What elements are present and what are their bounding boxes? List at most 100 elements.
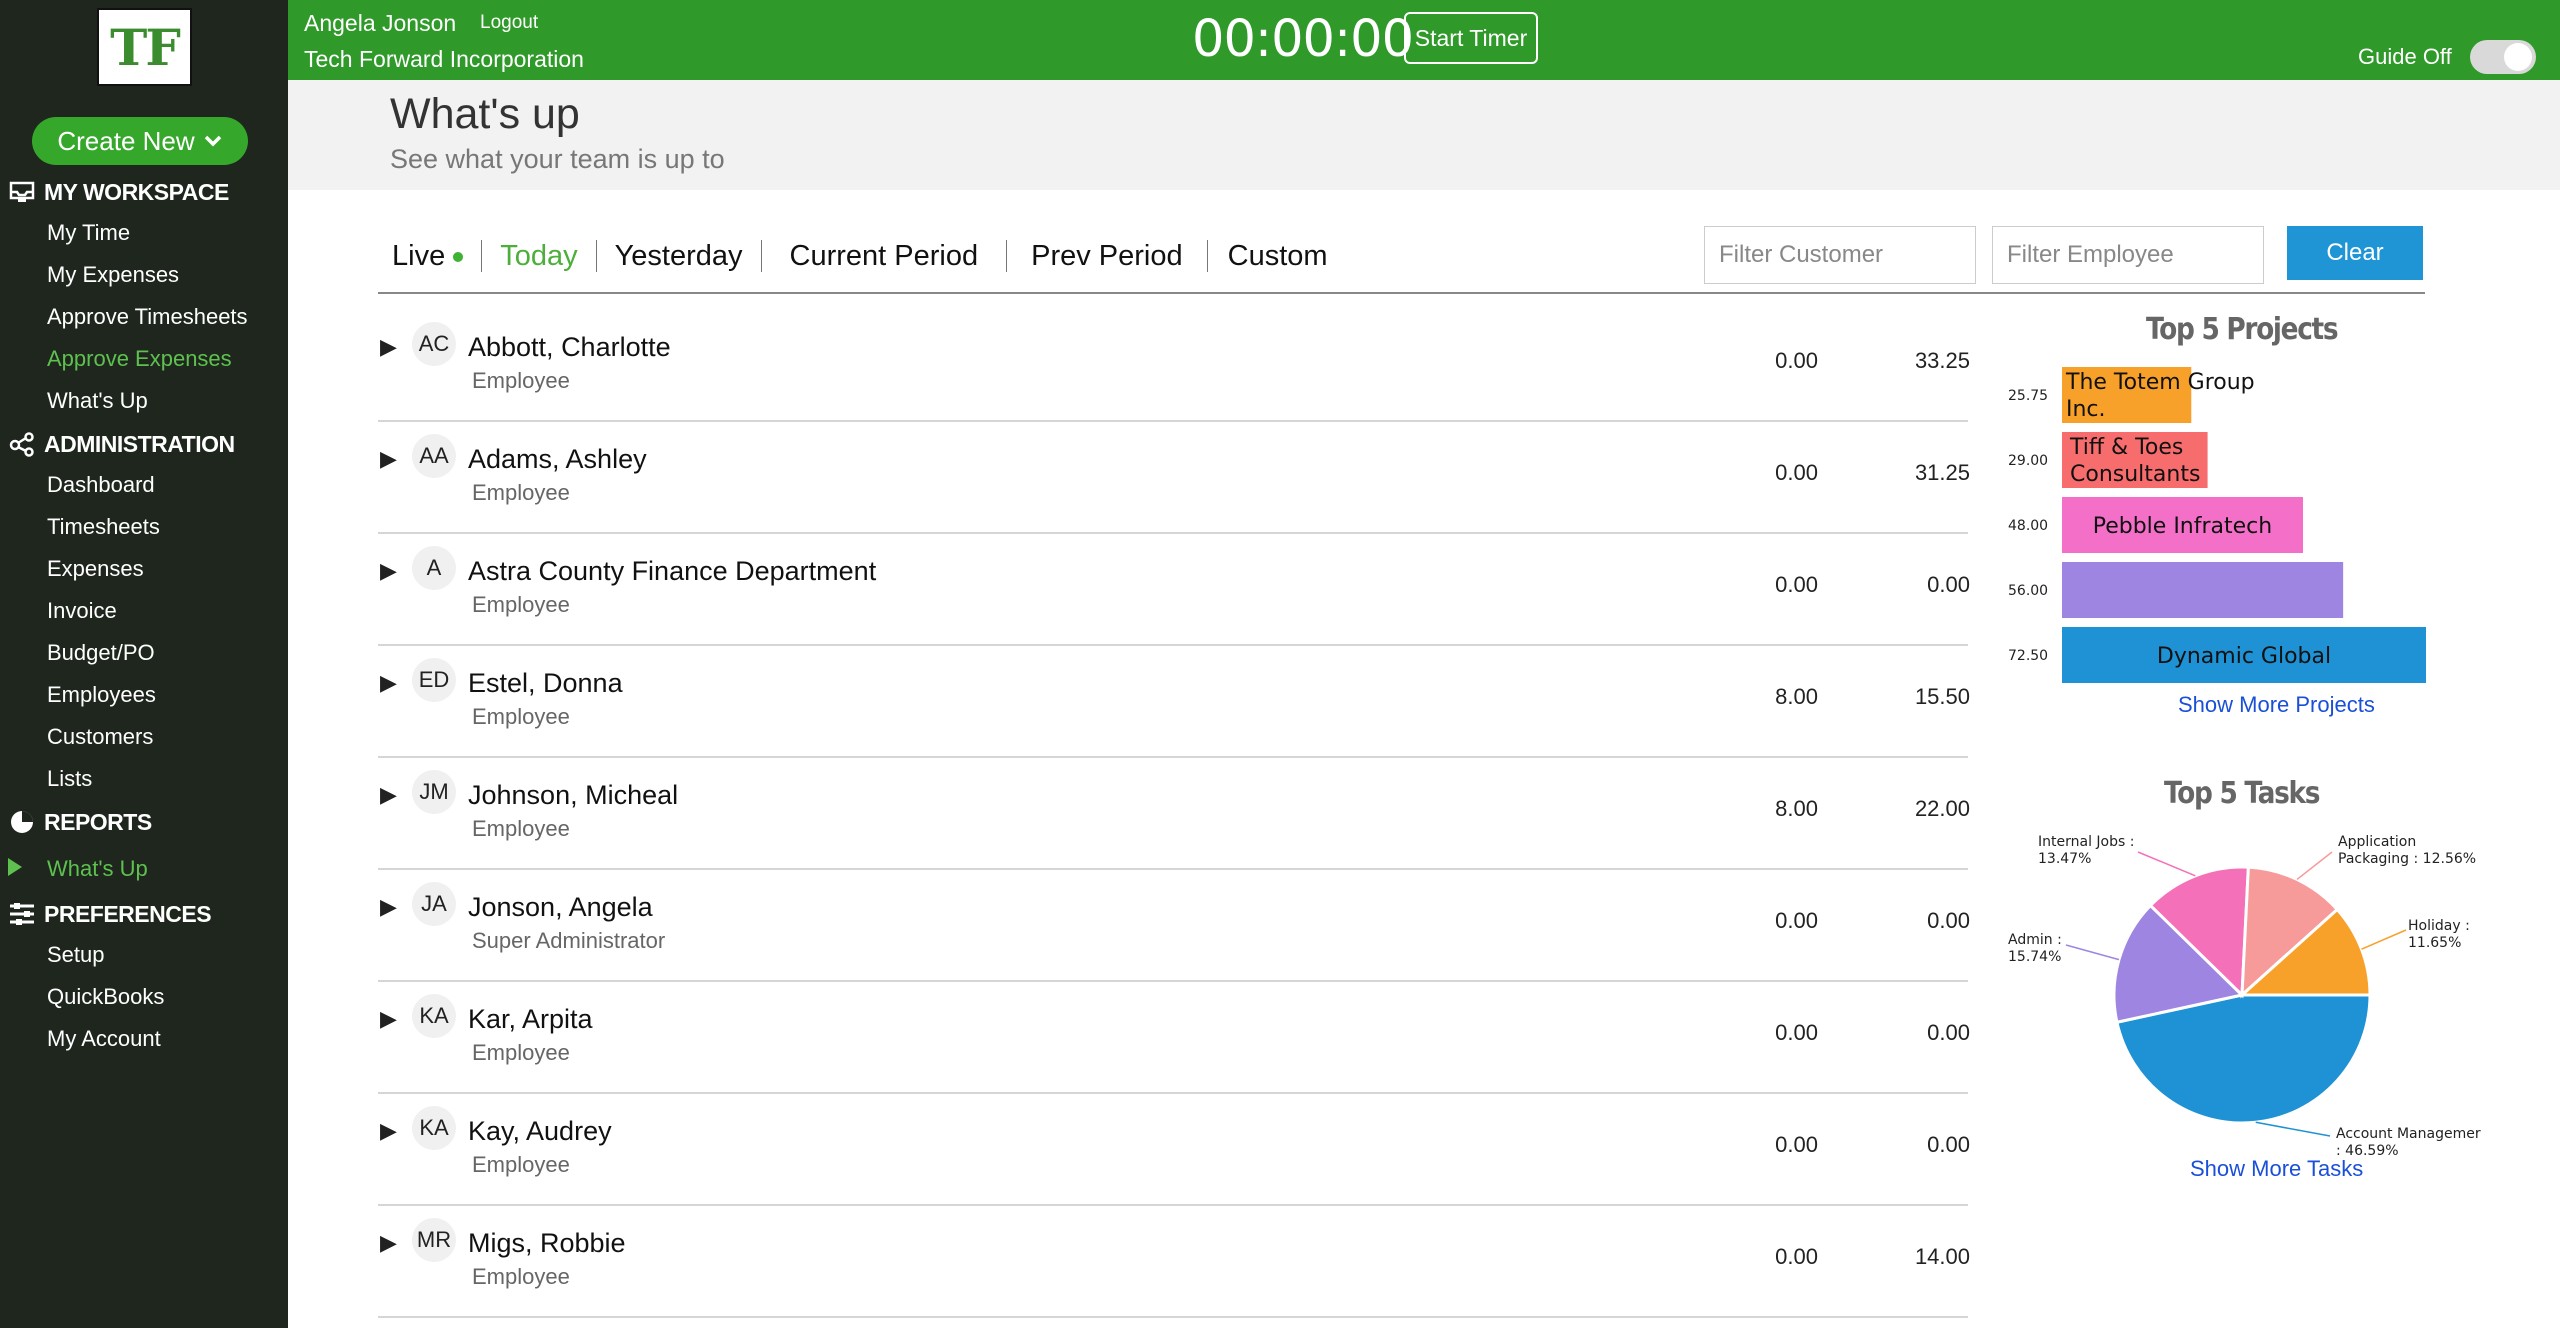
tab-current-period[interactable]: Current Period <box>762 238 1007 274</box>
hours-value-2: 22.00 <box>1914 796 1970 821</box>
tab-prev-period[interactable]: Prev Period <box>1007 238 1207 274</box>
employee-role: Employee <box>472 1152 570 1177</box>
hours-value-2: 14.00 <box>1914 1244 1970 1269</box>
section-administration: ADMINISTRATION <box>0 426 235 462</box>
expand-arrow-icon[interactable]: ▶ <box>380 1230 397 1256</box>
expand-arrow-icon[interactable]: ▶ <box>380 1006 397 1032</box>
expand-arrow-icon[interactable]: ▶ <box>380 1118 397 1144</box>
nav-invoice[interactable]: Invoice <box>47 596 117 626</box>
expand-arrow-icon[interactable]: ▶ <box>380 782 397 808</box>
company-logo[interactable]: TF <box>97 8 192 86</box>
nav-my-expenses[interactable]: My Expenses <box>47 260 179 290</box>
avatar: KA <box>412 994 456 1038</box>
nav-quickbooks[interactable]: QuickBooks <box>47 982 164 1012</box>
expand-arrow-icon[interactable]: ▶ <box>380 558 397 584</box>
table-row[interactable]: ▶ AA Adams, Ashley Employee 0.00 31.25 <box>378 422 1970 534</box>
employee-name: Kay, Audrey <box>468 1116 612 1146</box>
table-row[interactable]: ▶ KA Kar, Arpita Employee 0.00 0.00 <box>378 982 1970 1094</box>
table-row[interactable]: ▶ JM Johnson, Micheal Employee 8.00 22.0… <box>378 758 1970 870</box>
project-value-label: 25.75 <box>2008 388 2048 404</box>
nav-whats-up[interactable]: What's Up <box>47 386 148 416</box>
nav-my-account[interactable]: My Account <box>47 1024 161 1054</box>
nav-dashboard[interactable]: Dashboard <box>47 470 155 500</box>
toggle-knob <box>2504 43 2532 71</box>
tasks-pie-chart: Account Managemer: 46.59% Admin :15.74% In… <box>2008 834 2481 1159</box>
nav-customers[interactable]: Customers <box>47 722 153 752</box>
avatar: AC <box>412 322 456 366</box>
avatar: MR <box>412 1218 456 1262</box>
filter-employee-input[interactable] <box>1992 226 2264 284</box>
project-value-label: 29.00 <box>2008 453 2048 469</box>
section-preferences: PREFERENCES <box>0 896 212 932</box>
tab-label: Live <box>392 240 446 272</box>
tab-custom[interactable]: Custom <box>1208 238 1348 274</box>
avatar: JA <box>412 882 456 926</box>
table-row[interactable]: ▶ KA Kay, Audrey Employee 0.00 0.00 <box>378 1094 1970 1206</box>
expand-arrow-icon[interactable]: ▶ <box>380 334 397 360</box>
sliders-icon <box>0 902 44 926</box>
employee-name: Kar, Arpita <box>468 1004 593 1034</box>
nav-approve-timesheets[interactable]: Approve Timesheets <box>47 302 248 332</box>
create-new-button[interactable]: Create New <box>32 117 248 165</box>
inbox-icon <box>0 181 44 203</box>
nav-expenses[interactable]: Expenses <box>47 554 144 584</box>
employee-role: Employee <box>472 704 570 729</box>
tab-yesterday[interactable]: Yesterday <box>597 238 761 274</box>
guide-toggle[interactable] <box>2470 40 2536 74</box>
avatar: A <box>412 546 456 590</box>
nav-my-time[interactable]: My Time <box>47 218 130 248</box>
leader-line <box>2296 851 2333 881</box>
nav-approve-expenses[interactable]: Approve Expenses <box>47 344 232 374</box>
project-value-label: 56.00 <box>2008 583 2048 599</box>
page-header: What's up See what your team is up to <box>288 80 2560 190</box>
company-name: Tech Forward Incorporation <box>304 46 584 72</box>
nav-setup[interactable]: Setup <box>47 940 105 970</box>
hours-value-2: 33.25 <box>1914 348 1970 373</box>
expand-arrow-icon[interactable]: ▶ <box>380 446 397 472</box>
nav-budget-po[interactable]: Budget/PO <box>47 638 155 668</box>
table-row[interactable]: ▶ AC Abbott, Charlotte Employee 0.00 33.… <box>378 310 1970 422</box>
employee-role: Employee <box>472 816 570 841</box>
show-more-projects-link[interactable]: Show More Projects <box>2178 692 2375 718</box>
page-subtitle: See what your team is up to <box>390 144 725 174</box>
table-row[interactable]: ▶ JA Jonson, Angela Super Administrator … <box>378 870 1970 982</box>
tab-live[interactable]: Live <box>392 238 481 274</box>
page-title: What's up <box>390 90 580 138</box>
employee-name: Jonson, Angela <box>468 892 653 922</box>
nav-timesheets[interactable]: Timesheets <box>47 512 160 542</box>
filter-customer-input[interactable] <box>1704 226 1976 284</box>
hours-value-2: 0.00 <box>1927 908 1970 933</box>
employee-role: Employee <box>472 368 570 393</box>
logout-link[interactable]: Logout <box>480 12 538 34</box>
clear-button[interactable]: Clear <box>2287 226 2423 280</box>
avatar: AA <box>412 434 456 478</box>
live-dot-icon <box>453 252 464 263</box>
table-row[interactable]: ▶ ED Estel, Donna Employee 8.00 15.50 <box>378 646 1970 758</box>
table-row[interactable]: ▶ A Astra County Finance Department Empl… <box>378 534 1970 646</box>
employee-role: Employee <box>472 480 570 505</box>
section-label: MY WORKSPACE <box>44 178 229 205</box>
section-reports: REPORTS <box>0 804 152 840</box>
section-label: ADMINISTRATION <box>44 430 235 457</box>
table-row[interactable]: ▶ MR Migs, Robbie Employee 0.00 14.00 <box>378 1206 1970 1318</box>
nav-employees[interactable]: Employees <box>47 680 156 710</box>
project-bar[interactable] <box>2062 562 2344 618</box>
active-arrow-icon <box>8 858 22 881</box>
leader-line <box>2255 1121 2331 1137</box>
expand-arrow-icon[interactable]: ▶ <box>380 670 397 696</box>
avatar: ED <box>412 658 456 702</box>
employee-name: Migs, Robbie <box>468 1228 626 1258</box>
hours-value-2: 0.00 <box>1927 1132 1970 1157</box>
leader-line <box>2137 851 2196 877</box>
nav-lists[interactable]: Lists <box>47 764 92 794</box>
employee-name: Adams, Ashley <box>468 444 647 474</box>
share-nodes-icon <box>0 431 44 457</box>
nav-reports-whats-up[interactable]: What's Up <box>47 854 148 884</box>
show-more-tasks-link[interactable]: Show More Tasks <box>2190 1156 2363 1182</box>
expand-arrow-icon[interactable]: ▶ <box>380 894 397 920</box>
start-timer-button[interactable]: Start Timer <box>1404 12 1538 64</box>
employee-role: Super Administrator <box>472 928 666 953</box>
pie-chart-icon <box>0 809 44 835</box>
tab-today[interactable]: Today <box>482 238 595 274</box>
hours-value-2: 0.00 <box>1927 572 1970 597</box>
